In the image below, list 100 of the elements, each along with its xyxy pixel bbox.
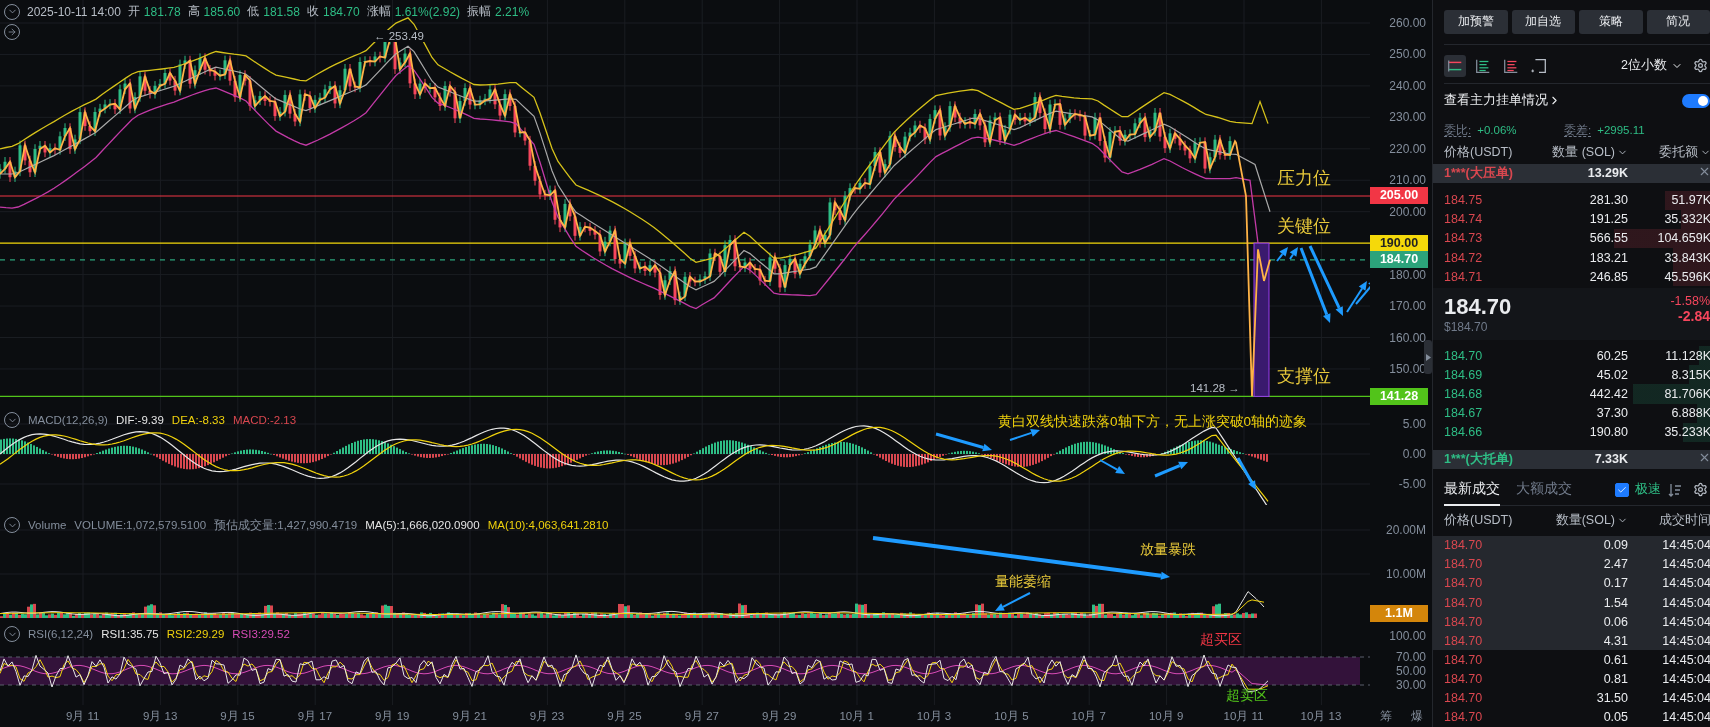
trade-time: 14:45:04: [1661, 557, 1710, 572]
order-row[interactable]: 184.73 566.55 104.659K: [1444, 228, 1710, 248]
precision-dropdown[interactable]: 2位小数: [1621, 57, 1683, 75]
annotation-arrow: [935, 432, 992, 452]
x-axis-label: 9月 21: [451, 708, 488, 724]
annotation-arrow: [995, 592, 1031, 611]
view-mode-button[interactable]: [1444, 54, 1466, 77]
annotation-label: 关键位: [1277, 216, 1331, 238]
trade-price: 184.70: [1444, 672, 1484, 687]
annotation-label: 放量暴跌: [1140, 541, 1196, 558]
order-price: 184.66: [1444, 425, 1484, 440]
high-price-label: ← 253.49: [372, 30, 426, 42]
column-header[interactable]: 委托额: [1628, 144, 1710, 162]
indicator-value: MACD:-2.13: [232, 414, 297, 426]
trade-time: 14:45:04: [1661, 652, 1710, 667]
trade-time: 14:45:04: [1661, 595, 1710, 610]
field-value: 184.70: [322, 4, 360, 19]
order-quantity: 191.25: [1588, 212, 1628, 227]
order-total: 45.596K: [1663, 269, 1710, 284]
order-row[interactable]: 184.70 60.25 11.128K: [1444, 346, 1710, 366]
order-quantity: 190.80: [1588, 425, 1628, 440]
diff-value: +2995.11: [1597, 123, 1645, 136]
panel-handle[interactable]: [1424, 340, 1432, 374]
field-value: 2.21%: [495, 4, 530, 19]
trade-time: 14:45:04: [1661, 576, 1710, 591]
axis-tick-label: 50.00: [1395, 663, 1426, 679]
annotation-label: 超卖区: [1226, 687, 1268, 704]
order-row[interactable]: 184.66 190.80 35.233K: [1444, 422, 1710, 442]
field-label: 开: [127, 3, 140, 20]
trade-time: 14:45:04: [1661, 672, 1710, 687]
trade-quantity: 0.81: [1602, 672, 1628, 687]
trade-quantity: 31.50: [1595, 691, 1628, 706]
field-value: 181.58: [263, 4, 300, 19]
field-value: 185.60: [203, 4, 241, 19]
last-price: 184.70: [1444, 294, 1513, 321]
trades-tab[interactable]: 大额成交: [1516, 474, 1572, 507]
trade-price: 184.70: [1444, 633, 1484, 648]
annotation-arrow: [1276, 247, 1288, 262]
axis-tick-label: 170.00: [1389, 298, 1426, 315]
indicator-value: 预估成交量:1,427,990.4719: [214, 517, 358, 533]
current-volume-label: 1.1M: [1370, 604, 1428, 622]
order-total: 6.888K: [1670, 406, 1710, 421]
order-amount: 7.33K: [1593, 452, 1628, 467]
sort-list-icon[interactable]: [1667, 481, 1683, 498]
fast-mode-checkbox[interactable]: [1615, 482, 1629, 497]
indicator-value: VOLUME:1,072,579.5100: [74, 519, 207, 531]
order-total: 11.128K: [1664, 348, 1710, 363]
order-label: 1***(大托单): [1444, 452, 1514, 467]
indicator-value: RSI1:35.75: [101, 628, 159, 640]
x-axis-label: 10月 5: [993, 708, 1030, 724]
settings-icon[interactable]: [1693, 58, 1708, 74]
order-row[interactable]: 184.72 183.21 33.843K: [1444, 247, 1710, 268]
action-button[interactable]: 加预警: [1444, 10, 1508, 34]
column-header[interactable]: 数量 (SOL): [1536, 144, 1628, 162]
field-label: 低: [247, 3, 260, 20]
annotation-arrow: [1346, 281, 1367, 313]
order-row[interactable]: 184.74 191.25 35.332K: [1444, 209, 1710, 229]
trade-quantity: 2.47: [1602, 557, 1628, 572]
large-buy-order-bar[interactable]: 1***(大托单) 7.33K: [1433, 449, 1710, 469]
indicator-value: MA(5):1,666,020.0900: [365, 519, 480, 531]
order-row[interactable]: 184.69 45.02 8.315K: [1444, 365, 1710, 385]
indicator-value: DEA:-8.33: [171, 414, 225, 426]
main-orders-link[interactable]: 查看主力挂单情况: [1444, 92, 1561, 110]
trade-time: 14:45:04: [1661, 614, 1710, 629]
axis-tick-label: 30.00: [1395, 677, 1426, 693]
large-sell-order-bar[interactable]: 1***(大压单) 13.29K: [1433, 163, 1710, 183]
trade-time: 14:45:04: [1661, 691, 1710, 706]
trades-tab[interactable]: 最新成交: [1444, 474, 1500, 507]
column-header: 价格(USDT): [1444, 512, 1514, 530]
main-orders-toggle[interactable]: [1682, 93, 1710, 108]
order-row[interactable]: 184.71 246.85 45.596K: [1444, 267, 1710, 287]
order-quantity: 566.55: [1588, 231, 1628, 246]
action-button[interactable]: 简况: [1646, 10, 1710, 34]
action-button[interactable]: 加自选: [1511, 10, 1575, 34]
column-header[interactable]: 数量(SOL): [1536, 512, 1628, 530]
axis-tick-label: 100.00: [1389, 628, 1426, 644]
axis-tick-label: 20.00M: [1385, 522, 1426, 538]
price-level-label: 205.00: [1370, 187, 1428, 205]
order-quantity: 281.30: [1588, 193, 1628, 208]
action-button[interactable]: 策略: [1579, 10, 1643, 34]
order-quantity: 246.85: [1588, 269, 1628, 284]
trade-price: 184.70: [1444, 691, 1484, 706]
order-row[interactable]: 184.75 281.30 51.97K: [1444, 190, 1710, 210]
order-row[interactable]: 184.68 442.42 81.706K: [1444, 384, 1710, 404]
annotation-arrow: [1009, 429, 1040, 441]
order-row[interactable]: 184.67 37.30 6.888K: [1444, 403, 1710, 423]
order-total: 81.706K: [1663, 387, 1710, 401]
order-total: 35.233K: [1663, 425, 1710, 440]
order-price: 184.69: [1444, 367, 1484, 382]
axis-tick-label: 10.00M: [1385, 566, 1426, 582]
axis-corner-label[interactable]: 爆: [1410, 707, 1423, 725]
x-axis-label: 9月 27: [683, 708, 720, 724]
axis-corner-label[interactable]: 筹: [1379, 707, 1392, 725]
order-quantity: 37.30: [1595, 406, 1628, 421]
settings-icon[interactable]: [1693, 482, 1708, 498]
price-level-label: 184.70: [1370, 251, 1428, 269]
axis-tick-label: 0.00: [1402, 446, 1426, 462]
x-axis-label: 9月 17: [296, 708, 334, 724]
axis-tick-label: 5.00: [1402, 416, 1426, 432]
order-amount: 13.29K: [1586, 166, 1628, 181]
